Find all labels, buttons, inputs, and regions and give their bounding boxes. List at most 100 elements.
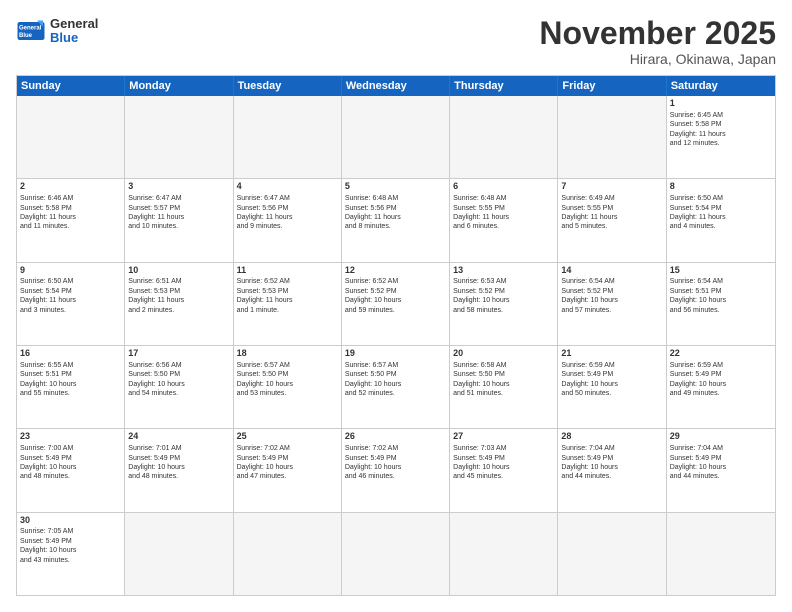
calendar-cell [17, 96, 125, 178]
cell-info: Sunrise: 6:57 AM Sunset: 5:50 PM Dayligh… [237, 361, 338, 399]
day-number: 30 [20, 515, 121, 527]
cell-info: Sunrise: 6:59 AM Sunset: 5:49 PM Dayligh… [670, 361, 772, 399]
cell-info: Sunrise: 6:58 AM Sunset: 5:50 PM Dayligh… [453, 361, 554, 399]
calendar-cell: 5Sunrise: 6:48 AM Sunset: 5:56 PM Daylig… [342, 179, 450, 261]
cell-info: Sunrise: 6:59 AM Sunset: 5:49 PM Dayligh… [561, 361, 662, 399]
cell-info: Sunrise: 6:54 AM Sunset: 5:52 PM Dayligh… [561, 277, 662, 315]
cell-info: Sunrise: 7:04 AM Sunset: 5:49 PM Dayligh… [670, 444, 772, 482]
cell-info: Sunrise: 7:00 AM Sunset: 5:49 PM Dayligh… [20, 444, 121, 482]
cell-info: Sunrise: 6:52 AM Sunset: 5:52 PM Dayligh… [345, 277, 446, 315]
day-number: 1 [670, 98, 772, 110]
calendar-cell: 18Sunrise: 6:57 AM Sunset: 5:50 PM Dayli… [234, 346, 342, 428]
logo-blue-text: Blue [50, 31, 98, 45]
location-subtitle: Hirara, Okinawa, Japan [539, 51, 776, 67]
day-number: 29 [670, 431, 772, 443]
day-number: 19 [345, 348, 446, 360]
calendar-cell: 26Sunrise: 7:02 AM Sunset: 5:49 PM Dayli… [342, 429, 450, 511]
cell-info: Sunrise: 7:02 AM Sunset: 5:49 PM Dayligh… [237, 444, 338, 482]
logo: General Blue General Blue [16, 16, 98, 46]
calendar-cell [342, 513, 450, 595]
calendar-cell [234, 96, 342, 178]
day-number: 27 [453, 431, 554, 443]
page: General Blue General Blue November 2025 … [0, 0, 792, 612]
cell-info: Sunrise: 6:52 AM Sunset: 5:53 PM Dayligh… [237, 277, 338, 315]
calendar-cell: 24Sunrise: 7:01 AM Sunset: 5:49 PM Dayli… [125, 429, 233, 511]
day-number: 7 [561, 181, 662, 193]
day-number: 11 [237, 265, 338, 277]
header-cell-monday: Monday [125, 76, 233, 96]
calendar-cell [234, 513, 342, 595]
day-number: 24 [128, 431, 229, 443]
calendar-cell: 22Sunrise: 6:59 AM Sunset: 5:49 PM Dayli… [667, 346, 775, 428]
header-cell-thursday: Thursday [450, 76, 558, 96]
svg-text:Blue: Blue [19, 33, 33, 39]
calendar-cell: 16Sunrise: 6:55 AM Sunset: 5:51 PM Dayli… [17, 346, 125, 428]
logo-general-text: General [50, 17, 98, 31]
calendar-cell: 27Sunrise: 7:03 AM Sunset: 5:49 PM Dayli… [450, 429, 558, 511]
day-number: 28 [561, 431, 662, 443]
calendar-cell: 30Sunrise: 7:05 AM Sunset: 5:49 PM Dayli… [17, 513, 125, 595]
header: General Blue General Blue November 2025 … [16, 16, 776, 67]
cell-info: Sunrise: 6:50 AM Sunset: 5:54 PM Dayligh… [20, 277, 121, 315]
day-number: 3 [128, 181, 229, 193]
calendar-cell [450, 513, 558, 595]
day-number: 13 [453, 265, 554, 277]
header-cell-saturday: Saturday [667, 76, 775, 96]
header-cell-sunday: Sunday [17, 76, 125, 96]
cell-info: Sunrise: 7:02 AM Sunset: 5:49 PM Dayligh… [345, 444, 446, 482]
calendar-cell: 11Sunrise: 6:52 AM Sunset: 5:53 PM Dayli… [234, 263, 342, 345]
cell-info: Sunrise: 6:53 AM Sunset: 5:52 PM Dayligh… [453, 277, 554, 315]
day-number: 14 [561, 265, 662, 277]
header-cell-tuesday: Tuesday [234, 76, 342, 96]
calendar-header: SundayMondayTuesdayWednesdayThursdayFrid… [17, 76, 775, 96]
calendar-cell [342, 96, 450, 178]
day-number: 2 [20, 181, 121, 193]
calendar-cell: 7Sunrise: 6:49 AM Sunset: 5:55 PM Daylig… [558, 179, 666, 261]
title-block: November 2025 Hirara, Okinawa, Japan [539, 16, 776, 67]
cell-info: Sunrise: 6:55 AM Sunset: 5:51 PM Dayligh… [20, 361, 121, 399]
calendar-cell [125, 513, 233, 595]
day-number: 15 [670, 265, 772, 277]
calendar-cell: 17Sunrise: 6:56 AM Sunset: 5:50 PM Dayli… [125, 346, 233, 428]
cell-info: Sunrise: 6:56 AM Sunset: 5:50 PM Dayligh… [128, 361, 229, 399]
cell-info: Sunrise: 6:54 AM Sunset: 5:51 PM Dayligh… [670, 277, 772, 315]
calendar-cell: 20Sunrise: 6:58 AM Sunset: 5:50 PM Dayli… [450, 346, 558, 428]
day-number: 9 [20, 265, 121, 277]
day-number: 6 [453, 181, 554, 193]
day-number: 10 [128, 265, 229, 277]
cell-info: Sunrise: 6:47 AM Sunset: 5:56 PM Dayligh… [237, 194, 338, 232]
cell-info: Sunrise: 6:48 AM Sunset: 5:55 PM Dayligh… [453, 194, 554, 232]
cell-info: Sunrise: 6:57 AM Sunset: 5:50 PM Dayligh… [345, 361, 446, 399]
calendar-cell [558, 96, 666, 178]
cell-info: Sunrise: 6:45 AM Sunset: 5:58 PM Dayligh… [670, 111, 772, 149]
day-number: 12 [345, 265, 446, 277]
day-number: 26 [345, 431, 446, 443]
calendar-row-4: 23Sunrise: 7:00 AM Sunset: 5:49 PM Dayli… [17, 428, 775, 511]
calendar-cell [450, 96, 558, 178]
calendar-cell: 15Sunrise: 6:54 AM Sunset: 5:51 PM Dayli… [667, 263, 775, 345]
day-number: 20 [453, 348, 554, 360]
cell-info: Sunrise: 6:49 AM Sunset: 5:55 PM Dayligh… [561, 194, 662, 232]
svg-text:General: General [19, 26, 42, 32]
calendar-row-3: 16Sunrise: 6:55 AM Sunset: 5:51 PM Dayli… [17, 345, 775, 428]
calendar-cell [667, 513, 775, 595]
month-title: November 2025 [539, 16, 776, 51]
cell-info: Sunrise: 7:04 AM Sunset: 5:49 PM Dayligh… [561, 444, 662, 482]
day-number: 18 [237, 348, 338, 360]
calendar-cell: 28Sunrise: 7:04 AM Sunset: 5:49 PM Dayli… [558, 429, 666, 511]
day-number: 5 [345, 181, 446, 193]
calendar-cell: 13Sunrise: 6:53 AM Sunset: 5:52 PM Dayli… [450, 263, 558, 345]
calendar-cell: 1Sunrise: 6:45 AM Sunset: 5:58 PM Daylig… [667, 96, 775, 178]
calendar-cell: 4Sunrise: 6:47 AM Sunset: 5:56 PM Daylig… [234, 179, 342, 261]
day-number: 25 [237, 431, 338, 443]
cell-info: Sunrise: 6:47 AM Sunset: 5:57 PM Dayligh… [128, 194, 229, 232]
calendar-cell: 29Sunrise: 7:04 AM Sunset: 5:49 PM Dayli… [667, 429, 775, 511]
calendar-cell: 21Sunrise: 6:59 AM Sunset: 5:49 PM Dayli… [558, 346, 666, 428]
calendar: SundayMondayTuesdayWednesdayThursdayFrid… [16, 75, 776, 596]
calendar-cell: 14Sunrise: 6:54 AM Sunset: 5:52 PM Dayli… [558, 263, 666, 345]
calendar-row-0: 1Sunrise: 6:45 AM Sunset: 5:58 PM Daylig… [17, 96, 775, 178]
calendar-row-5: 30Sunrise: 7:05 AM Sunset: 5:49 PM Dayli… [17, 512, 775, 595]
calendar-cell: 12Sunrise: 6:52 AM Sunset: 5:52 PM Dayli… [342, 263, 450, 345]
cell-info: Sunrise: 6:46 AM Sunset: 5:58 PM Dayligh… [20, 194, 121, 232]
logo-text: General Blue [50, 17, 98, 46]
